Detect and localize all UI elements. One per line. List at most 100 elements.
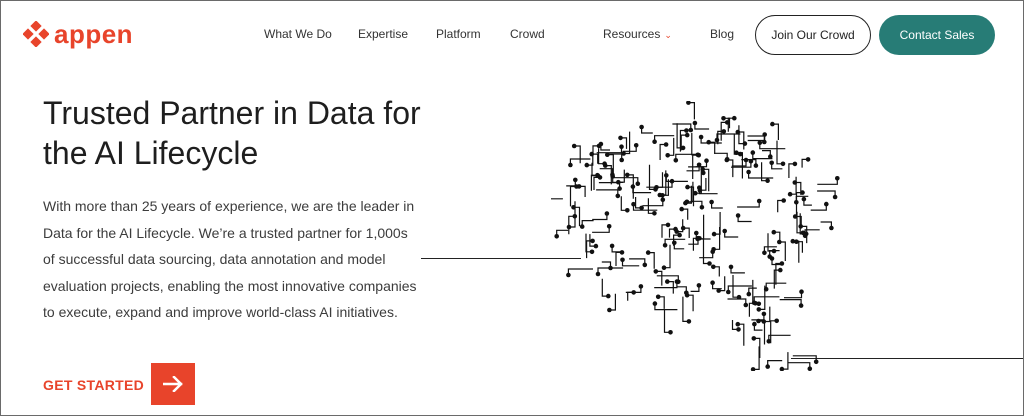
- circuit-node: [606, 293, 611, 299]
- circuit-node: [660, 197, 666, 202]
- circuit-node: [692, 120, 698, 126]
- circuit-node: [794, 200, 799, 205]
- nav-platform[interactable]: Platform: [436, 27, 481, 41]
- circuit-node: [696, 162, 702, 168]
- circuit-trace: [784, 291, 803, 299]
- circuit-trace: [767, 233, 774, 252]
- circuit-node: [619, 250, 625, 255]
- circuit-node: [639, 124, 644, 130]
- circuit-node: [711, 264, 716, 270]
- circuit-node: [835, 176, 840, 181]
- circuit-node: [653, 269, 659, 274]
- site-header: appen What We Do Expertise Platform Crow…: [1, 1, 1023, 71]
- nav-crowd[interactable]: Crowd: [510, 27, 545, 41]
- circuit-trace: [741, 159, 757, 166]
- circuit-trace: [596, 189, 619, 196]
- circuit-node: [663, 142, 669, 147]
- circuit-node: [798, 224, 803, 229]
- circuit-node: [610, 172, 615, 177]
- hero-title: Trusted Partner in Data for the AI Lifec…: [43, 95, 421, 171]
- circuit-node: [767, 254, 772, 259]
- circuit-node: [763, 286, 769, 292]
- circuit-node: [824, 201, 829, 207]
- circuit-node: [584, 162, 590, 168]
- circuit-node: [625, 208, 630, 213]
- circuit-node: [710, 249, 715, 254]
- circuit-node: [736, 294, 742, 300]
- circuit-node: [709, 199, 714, 205]
- join-crowd-button[interactable]: Join Our Crowd: [755, 15, 871, 55]
- circuit-node: [779, 366, 785, 371]
- circuit-trace: [773, 269, 781, 289]
- get-started-arrow-button[interactable]: [151, 363, 195, 405]
- circuit-node: [673, 158, 679, 163]
- circuit-node: [697, 185, 702, 190]
- circuit-node: [829, 225, 834, 231]
- nav-what-we-do[interactable]: What We Do: [264, 27, 332, 41]
- circuit-node: [645, 250, 651, 255]
- circuit-node: [738, 151, 743, 157]
- circuit-node: [664, 173, 669, 178]
- circuit-node: [572, 214, 578, 219]
- circuit-trace: [810, 204, 827, 211]
- circuit-trace: [737, 201, 760, 208]
- circuit-node: [630, 184, 636, 189]
- circuit-trace: [790, 176, 797, 195]
- circuit-node: [616, 179, 621, 185]
- circuit-trace: [781, 352, 789, 370]
- circuit-trace: [664, 244, 671, 269]
- circuit-node: [735, 129, 741, 135]
- circuit-node: [684, 132, 690, 138]
- circuit-node: [751, 336, 757, 341]
- arrow-right-icon: [163, 376, 183, 392]
- circuit-node: [801, 196, 807, 202]
- circuit-node: [724, 120, 730, 125]
- circuit-node: [554, 234, 559, 239]
- circuit-trace: [747, 134, 766, 142]
- get-started-link[interactable]: GET STARTED: [43, 377, 144, 393]
- circuit-node: [753, 301, 758, 306]
- circuit-node: [589, 151, 594, 157]
- circuit-node: [598, 141, 604, 147]
- circuit-node: [746, 291, 752, 297]
- circuit-node: [633, 143, 639, 148]
- circuit-node: [736, 327, 741, 332]
- circuit-node: [679, 206, 684, 212]
- nav-expertise[interactable]: Expertise: [358, 27, 408, 41]
- circuit-trace: [779, 299, 802, 306]
- circuit-node: [695, 235, 701, 241]
- nav-resources[interactable]: Resources ⌄: [603, 27, 672, 41]
- contact-sales-button[interactable]: Contact Sales: [879, 15, 995, 55]
- circuit-node: [620, 257, 625, 263]
- circuit-trace: [574, 145, 581, 164]
- circuit-node: [698, 134, 704, 140]
- circuit-trace: [713, 227, 721, 250]
- circuit-node: [771, 229, 777, 235]
- circuit-node: [665, 279, 670, 284]
- circuit-trace: [642, 199, 664, 207]
- circuit-node: [639, 205, 644, 211]
- circuit-node: [589, 249, 595, 255]
- circuit-node: [768, 154, 773, 159]
- circuit-node: [686, 319, 692, 324]
- circuit-trace: [772, 123, 779, 140]
- nav-resources-label: Resources: [603, 27, 661, 41]
- circuit-trace: [656, 172, 664, 188]
- circuit-trace: [648, 164, 656, 190]
- nav-blog[interactable]: Blog: [710, 27, 734, 41]
- circuit-node: [696, 283, 702, 288]
- circuit-trace: [716, 133, 741, 140]
- circuit-trace: [747, 135, 765, 142]
- circuit-trace: [792, 355, 817, 362]
- circuit-trace: [665, 175, 688, 182]
- circuit-trace: [702, 238, 710, 265]
- circuit-node: [661, 265, 667, 270]
- circuit-node: [792, 161, 798, 167]
- circuit-node: [752, 321, 757, 327]
- circuit-node: [606, 224, 612, 229]
- circuit-node: [716, 288, 721, 293]
- circuit-node: [777, 239, 782, 245]
- appen-logo[interactable]: appen: [23, 21, 133, 47]
- circuit-node: [800, 190, 805, 195]
- circuit-node: [756, 198, 762, 204]
